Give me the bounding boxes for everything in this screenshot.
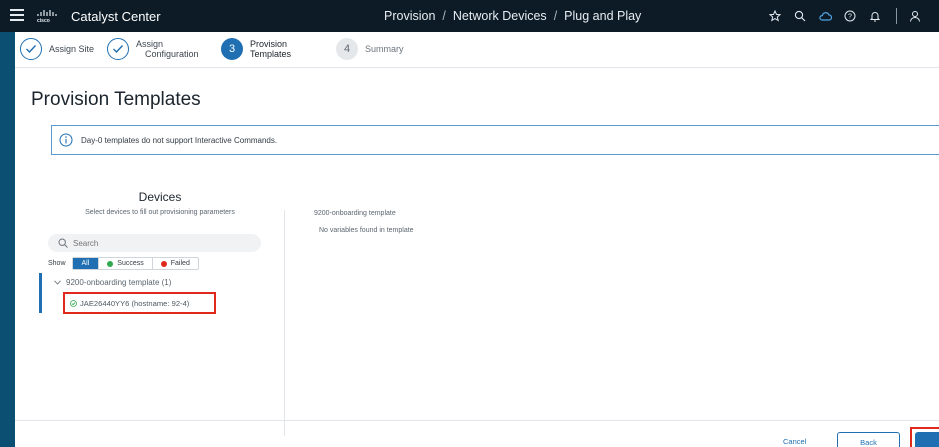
status-filter: Show All Success Failed [48,257,199,270]
template-name: 9200-onboarding template [314,210,396,217]
footer-divider [15,420,939,421]
cisco-logo-icon: cisco [37,10,57,23]
check-icon [107,38,129,60]
devices-subheading: Select devices to fill out provisioning … [85,209,235,216]
tree-group[interactable]: 9200-onboarding template (1) [54,278,171,287]
step-label: Configuration [145,49,199,59]
step-label: Provision [250,39,288,49]
success-check-icon [70,299,77,307]
alert-message: Day-0 templates do not support Interacti… [81,135,278,145]
step-summary[interactable]: 4 Summary [336,38,404,60]
cancel-button[interactable]: Cancel [783,437,806,446]
breadcrumb-separator: / [442,9,446,23]
step-assign-configuration[interactable]: Assign Configuration [107,38,199,60]
step-label: Assign Site [49,44,95,54]
step-number: 4 [336,38,358,60]
page-title: Provision Templates [31,89,201,110]
breadcrumb: Provision / Network Devices / Plug and Play [384,9,641,23]
info-icon [59,133,73,147]
hamburger-menu-icon[interactable] [10,9,24,21]
next-button[interactable] [915,432,939,447]
panel-divider [284,210,285,436]
wizard-steps: Assign Site Assign Configuration 3 Provi… [15,32,939,68]
success-icon [107,260,114,267]
breadcrumb-network-devices[interactable]: Network Devices [453,9,547,23]
cloud-icon[interactable] [817,8,833,24]
device-label: JAE26440YY6 (hostname: 92-4) [80,298,190,308]
filter-success-button[interactable]: Success [98,258,151,269]
failed-icon [160,260,167,267]
check-icon [20,38,42,60]
breadcrumb-provision[interactable]: Provision [384,9,435,23]
main-panel: Assign Site Assign Configuration 3 Provi… [15,32,939,447]
svg-text:?: ? [848,14,852,21]
device-search [48,234,261,252]
filter-failed-label: Failed [170,260,190,267]
user-icon[interactable] [907,8,923,24]
step-label: Assign [136,39,164,49]
info-alert: Day-0 templates do not support Interacti… [51,125,939,155]
step-label: Summary [365,44,404,54]
header-divider [896,8,897,24]
search-input[interactable] [73,238,253,248]
template-message: No variables found in template [319,227,414,234]
filter-failed-button[interactable]: Failed [151,258,198,269]
svg-text:cisco: cisco [37,18,50,23]
show-label: Show [48,260,66,267]
filter-all-button[interactable]: All [72,258,99,269]
app-title[interactable]: Catalyst Center [71,9,161,24]
devices-header: Devices Select devices to fill out provi… [55,190,265,216]
header-icon-group: ? [767,8,932,24]
step-assign-site[interactable]: Assign Site [20,38,94,60]
star-icon[interactable] [767,8,783,24]
step-number: 3 [221,38,243,60]
filter-segment: All Success Failed [71,257,199,270]
tree-group-label: 9200-onboarding template (1) [66,278,172,287]
search-icon[interactable] [792,8,808,24]
help-icon[interactable]: ? [842,8,858,24]
step-label: Templates [250,49,292,59]
chevron-down-icon [54,280,61,285]
device-list-item[interactable]: JAE26440YY6 (hostname: 92-4) [63,292,216,314]
back-button[interactable]: Back [837,432,900,447]
breadcrumb-plug-and-play: Plug and Play [564,9,642,23]
breadcrumb-separator: / [553,9,558,23]
top-navigation-bar: cisco Catalyst Center Provision / Network … [0,0,939,32]
search-icon [58,238,68,248]
bell-icon[interactable] [867,8,883,24]
filter-success-label: Success [117,260,144,267]
devices-heading: Devices [138,190,182,204]
selection-indicator [39,273,42,313]
step-provision-templates[interactable]: 3 Provision Templates [221,38,291,60]
